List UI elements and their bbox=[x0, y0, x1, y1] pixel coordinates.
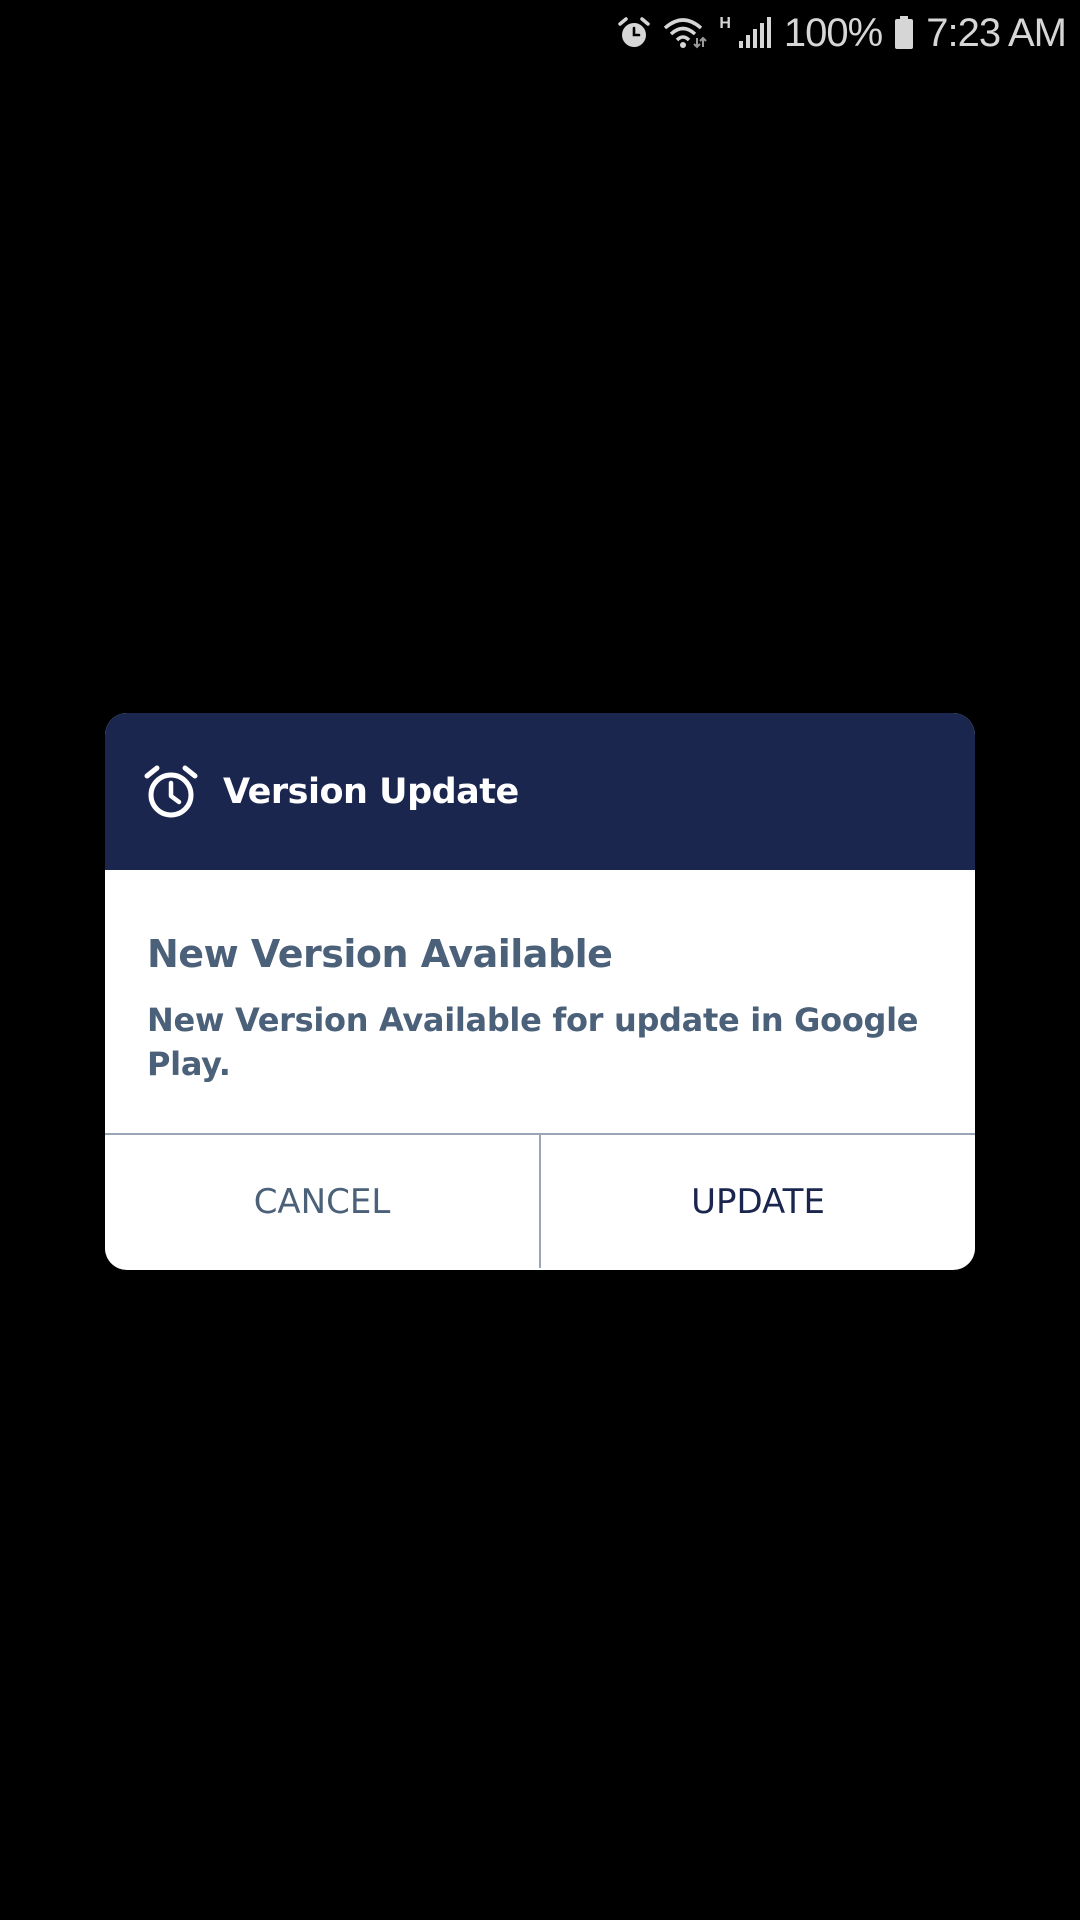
update-button[interactable]: UPDATE bbox=[541, 1135, 975, 1268]
dialog-actions: CANCEL UPDATE bbox=[105, 1135, 975, 1268]
clock-time: 7:23 AM bbox=[926, 11, 1067, 55]
version-update-dialog: Version Update New Version Available New… bbox=[105, 713, 975, 1270]
dialog-title: Version Update bbox=[223, 771, 519, 812]
message-text: New Version Available for update in Goog… bbox=[147, 1001, 919, 1083]
alarm-clock-icon bbox=[143, 764, 199, 820]
alarm-icon bbox=[617, 16, 651, 50]
network-type-label: H bbox=[719, 15, 731, 32]
cancel-button[interactable]: CANCEL bbox=[105, 1135, 541, 1268]
screen: H 100% 7:23 AM Version Update New Versio… bbox=[0, 0, 1080, 1920]
dialog-header: Version Update bbox=[105, 713, 975, 870]
battery-percent: 100% bbox=[783, 11, 883, 55]
signal-icon bbox=[738, 17, 772, 49]
message-title: New Version Available bbox=[147, 932, 613, 976]
wifi-icon bbox=[663, 16, 708, 50]
battery-icon bbox=[894, 16, 914, 50]
status-bar: H 100% 7:23 AM bbox=[617, 0, 1080, 66]
dialog-body: New Version Available New Version Availa… bbox=[105, 870, 975, 1135]
